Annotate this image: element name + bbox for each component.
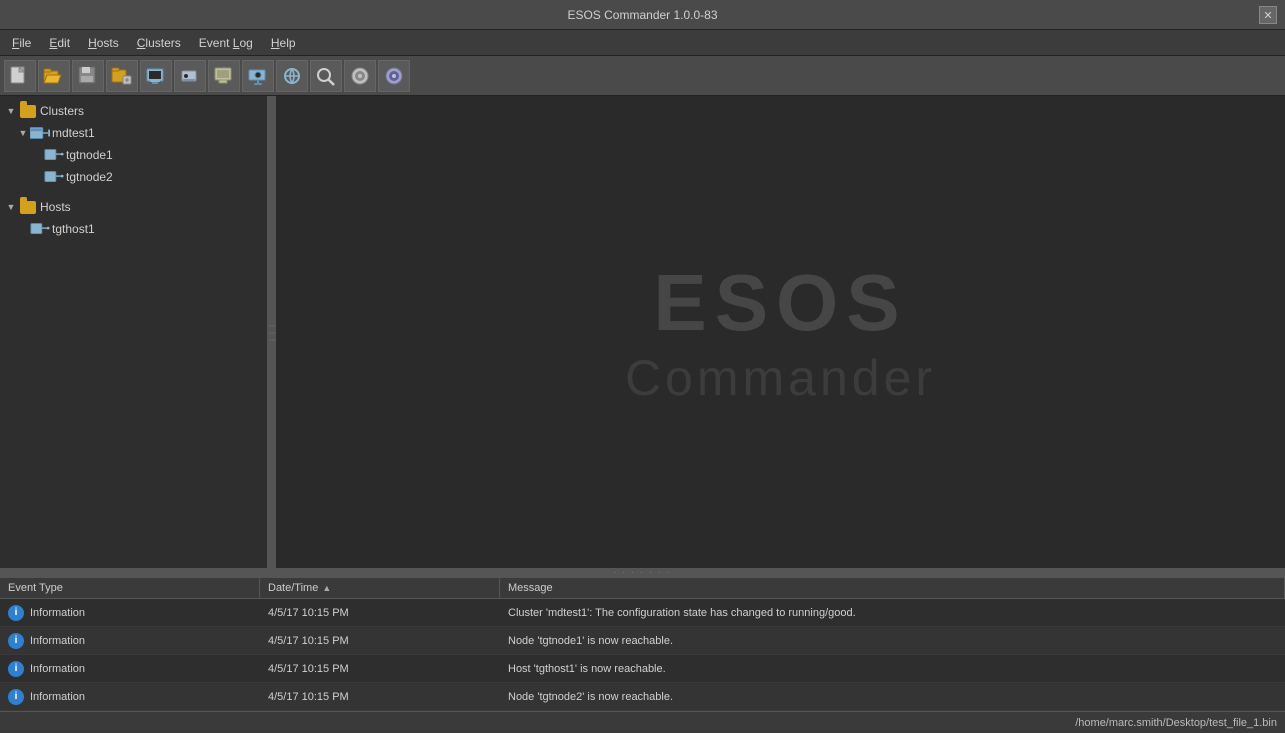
- log-event-type-1: Information: [30, 635, 85, 647]
- toolbar-btn-12[interactable]: [378, 60, 410, 92]
- toolbar-btn-6[interactable]: [174, 60, 206, 92]
- info-icon: i: [8, 689, 24, 705]
- hosts-folder-icon: [18, 199, 38, 215]
- menu-bar: File Edit Hosts Clusters Event Log Help: [0, 30, 1285, 56]
- vertical-splitter[interactable]: · · · · · · ·: [0, 568, 1285, 576]
- datetime-label: Date/Time: [268, 582, 318, 594]
- log-col-message[interactable]: Message: [500, 578, 1285, 598]
- toolbar-btn-7[interactable]: [208, 60, 240, 92]
- tree-item-tgtnode1[interactable]: tgtnode1: [0, 144, 267, 166]
- tree-item-tgthost1[interactable]: tgthost1: [0, 218, 267, 240]
- tgthost1-label: tgthost1: [52, 222, 95, 236]
- log-event-type-0: Information: [30, 607, 85, 619]
- log-event-3: i Information: [0, 685, 260, 709]
- log-row[interactable]: i Information 4/5/17 10:15 PM Host 'tgth…: [0, 655, 1285, 683]
- mdtest1-icon: [30, 125, 50, 141]
- hosts-collapse-icon[interactable]: ▼: [4, 200, 18, 214]
- log-row[interactable]: i Information 4/5/17 10:15 PM Node 'tgtn…: [0, 683, 1285, 711]
- event-type-label: Event Type: [8, 582, 63, 594]
- hosts-label: Hosts: [40, 200, 71, 214]
- log-rows: i Information 4/5/17 10:15 PM Cluster 'm…: [0, 599, 1285, 711]
- window-title: ESOS Commander 1.0.0-83: [567, 8, 717, 22]
- menu-hosts[interactable]: Hosts: [80, 34, 127, 52]
- toolbar-btn-4[interactable]: [106, 60, 138, 92]
- log-message-0: Cluster 'mdtest1': The configuration sta…: [500, 603, 1285, 623]
- canvas-panel: ESOS Commander: [276, 96, 1285, 568]
- log-datetime-2: 4/5/17 10:15 PM: [260, 659, 500, 679]
- toolbar-btn-open[interactable]: [38, 60, 70, 92]
- tgtnode1-label: tgtnode1: [66, 148, 113, 162]
- tgthost1-spacer: [16, 222, 30, 236]
- tgtnode1-icon: [44, 147, 64, 163]
- mdtest1-collapse-icon[interactable]: ▼: [16, 126, 30, 140]
- logo-commander: Commander: [625, 349, 936, 407]
- clusters-root[interactable]: ▼ Clusters: [0, 100, 267, 122]
- toolbar-btn-11[interactable]: [344, 60, 376, 92]
- toolbar-btn-save[interactable]: [72, 60, 104, 92]
- main-content: ▼ Clusters ▼ mdtest1: [0, 96, 1285, 568]
- clusters-section: ▼ Clusters ▼ mdtest1: [0, 96, 267, 192]
- log-row[interactable]: i Information 4/5/17 10:15 PM Cluster 'm…: [0, 599, 1285, 627]
- toolbar-btn-10[interactable]: [310, 60, 342, 92]
- toolbar-btn-8[interactable]: [242, 60, 274, 92]
- log-event-0: i Information: [0, 601, 260, 625]
- menu-file[interactable]: File: [4, 34, 39, 52]
- log-datetime-0: 4/5/17 10:15 PM: [260, 603, 500, 623]
- menu-clusters[interactable]: Clusters: [129, 34, 189, 52]
- log-event-2: i Information: [0, 657, 260, 681]
- status-bar: /home/marc.smith/Desktop/test_file_1.bin: [0, 711, 1285, 733]
- info-icon: i: [8, 661, 24, 677]
- log-event-1: i Information: [0, 629, 260, 653]
- log-header: Event Type Date/Time ▲ Message: [0, 578, 1285, 599]
- hosts-section: ▼ Hosts tgthost1: [0, 192, 267, 244]
- log-panel: Event Type Date/Time ▲ Message i Informa…: [0, 576, 1285, 711]
- log-col-datetime[interactable]: Date/Time ▲: [260, 578, 500, 598]
- info-icon: i: [8, 633, 24, 649]
- tgtnode2-spacer: [30, 170, 44, 184]
- toolbar-btn-5[interactable]: [140, 60, 172, 92]
- log-datetime-1: 4/5/17 10:15 PM: [260, 631, 500, 651]
- tgtnode1-spacer: [30, 148, 44, 162]
- log-col-event-type[interactable]: Event Type: [0, 578, 260, 598]
- clusters-label: Clusters: [40, 104, 84, 118]
- log-row[interactable]: i Information 4/5/17 10:15 PM Node 'tgtn…: [0, 627, 1285, 655]
- sort-arrow-icon: ▲: [322, 583, 331, 593]
- status-text: /home/marc.smith/Desktop/test_file_1.bin: [1075, 717, 1277, 729]
- info-icon: i: [8, 605, 24, 621]
- clusters-collapse-icon[interactable]: ▼: [4, 104, 18, 118]
- close-button[interactable]: ✕: [1259, 6, 1277, 24]
- tgtnode2-icon: [44, 169, 64, 185]
- tgthost1-icon: [30, 221, 50, 237]
- tree-item-tgtnode2[interactable]: tgtnode2: [0, 166, 267, 188]
- log-event-type-3: Information: [30, 691, 85, 703]
- logo-esos: ESOS: [653, 257, 907, 349]
- message-label: Message: [508, 582, 553, 594]
- logo-area: ESOS Commander: [625, 257, 936, 407]
- log-message-2: Host 'tgthost1' is now reachable.: [500, 659, 1285, 679]
- toolbar-btn-new[interactable]: [4, 60, 36, 92]
- toolbar: [0, 56, 1285, 96]
- menu-edit[interactable]: Edit: [41, 34, 78, 52]
- menu-help[interactable]: Help: [263, 34, 304, 52]
- log-datetime-3: 4/5/17 10:15 PM: [260, 687, 500, 707]
- hosts-root[interactable]: ▼ Hosts: [0, 196, 267, 218]
- log-message-1: Node 'tgtnode1' is now reachable.: [500, 631, 1285, 651]
- mdtest1-label: mdtest1: [52, 126, 95, 140]
- title-bar: ESOS Commander 1.0.0-83 ✕: [0, 0, 1285, 30]
- log-message-3: Node 'tgtnode2' is now reachable.: [500, 687, 1285, 707]
- log-event-type-2: Information: [30, 663, 85, 675]
- tgtnode2-label: tgtnode2: [66, 170, 113, 184]
- clusters-folder-icon: [18, 103, 38, 119]
- toolbar-btn-9[interactable]: [276, 60, 308, 92]
- tree-item-mdtest1[interactable]: ▼ mdtest1: [0, 122, 267, 144]
- menu-eventlog[interactable]: Event Log: [191, 34, 261, 52]
- tree-panel: ▼ Clusters ▼ mdtest1: [0, 96, 270, 568]
